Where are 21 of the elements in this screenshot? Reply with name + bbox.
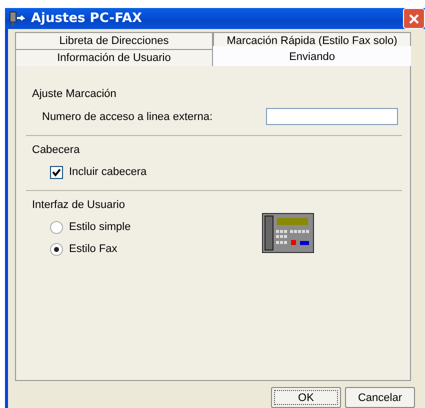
- dialog-button[interactable]: OK: [271, 387, 341, 408]
- fax-app-icon: [9, 10, 25, 26]
- group-title: Ajuste Marcación: [32, 88, 118, 100]
- radio-button[interactable]: [50, 220, 63, 234]
- group-title: Interfaz de Usuario: [32, 199, 126, 211]
- checkbox-label: Incluir cabecera: [69, 166, 147, 178]
- radio-label: Estilo Fax: [69, 243, 118, 255]
- fax-machine-icon: [262, 213, 314, 253]
- tab[interactable]: Información de Usuario: [15, 49, 213, 66]
- tab[interactable]: Libreta de Direcciones: [15, 32, 213, 49]
- close-icon: [408, 12, 420, 24]
- radio-button[interactable]: [50, 242, 63, 256]
- checkbox[interactable]: [50, 166, 63, 178]
- dialog-button[interactable]: Cancelar: [345, 387, 415, 408]
- close-button[interactable]: [403, 8, 425, 29]
- radio-label: Estilo simple: [69, 221, 131, 233]
- group-title: Cabecera: [32, 144, 81, 156]
- tab[interactable]: Enviando: [213, 46, 411, 67]
- input-field[interactable]: [266, 108, 398, 125]
- window-title: Ajustes PC-FAX: [31, 11, 144, 26]
- field-label: Numero de acceso a linea externa:: [42, 110, 213, 122]
